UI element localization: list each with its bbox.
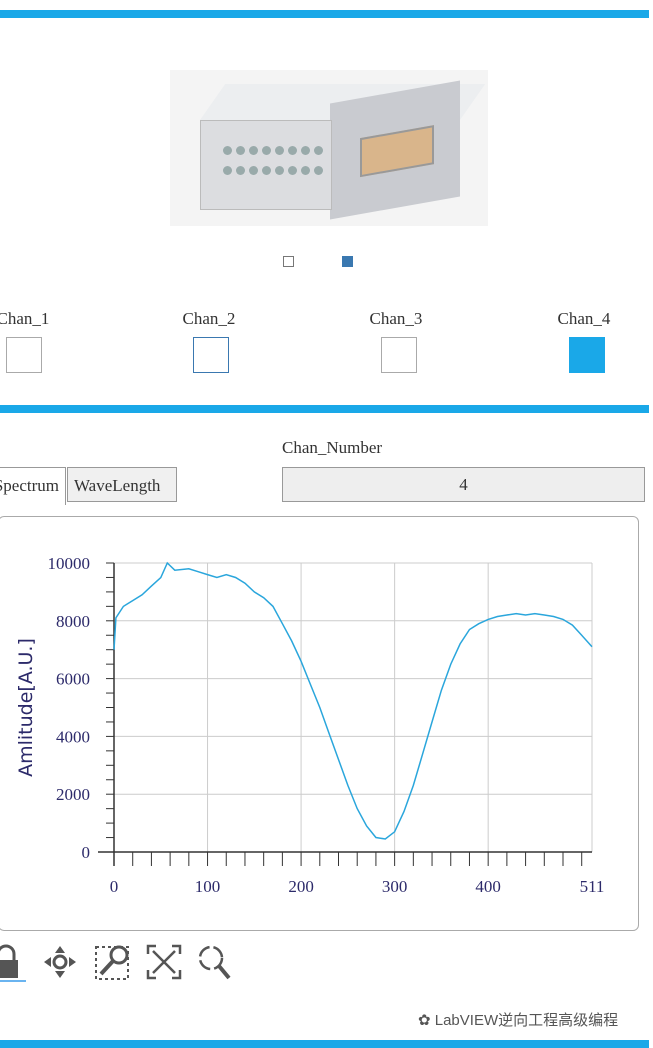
x-tick-label: 511	[580, 877, 605, 896]
x-tick-label: 100	[195, 877, 221, 896]
series-line	[113, 561, 593, 840]
y-tick-label: 0	[82, 843, 91, 862]
lock-icon[interactable]	[0, 942, 30, 982]
x-tick-label: 200	[288, 877, 314, 896]
y-tick-label: 4000	[56, 727, 90, 746]
pan-icon[interactable]	[40, 942, 80, 982]
y-tick-label: 6000	[56, 670, 90, 689]
zoom-fit-icon[interactable]	[144, 942, 184, 982]
zoom-rect-icon[interactable]	[93, 942, 133, 982]
spectrum-chart: 0 2000 4000 6000 8000 10000 0 100 200 300 400 511 Am…	[15, 554, 605, 896]
y-tick-label: 2000	[56, 785, 90, 804]
x-tick-label: 300	[382, 877, 408, 896]
y-tick-label: 10000	[48, 554, 91, 573]
zoom-reset-icon[interactable]	[195, 942, 235, 982]
watermark: ✿ LabVIEW逆向工程高级编程	[418, 1012, 619, 1029]
x-tick-label: 0	[110, 877, 119, 896]
watermark-text: LabVIEW逆向工程高级编程	[434, 1012, 619, 1029]
y-tick-label: 8000	[56, 612, 90, 631]
y-axis-label: Amlitude[A.U.]	[15, 638, 37, 777]
x-tick-label: 400	[475, 877, 501, 896]
